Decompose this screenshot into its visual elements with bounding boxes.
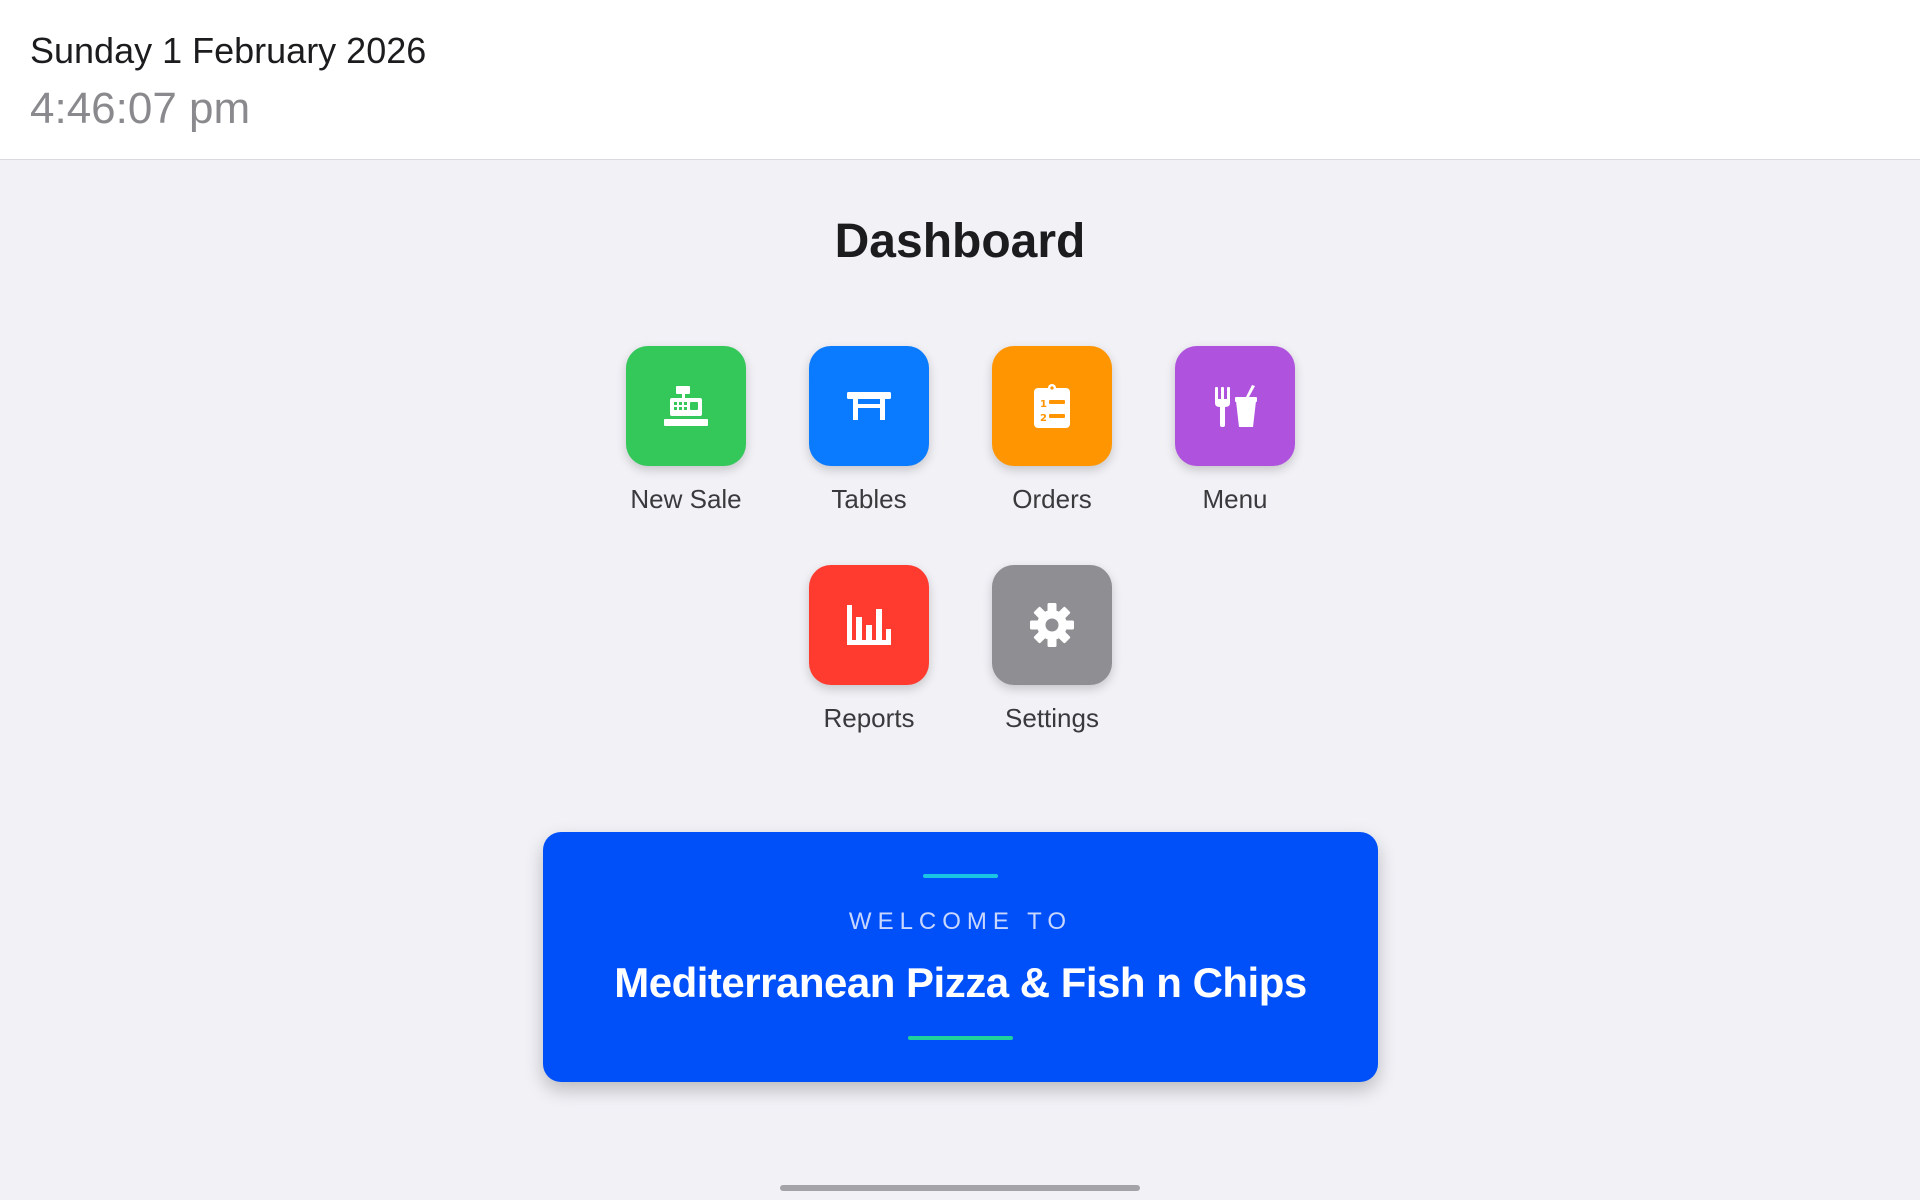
current-time: 4:46:07 pm bbox=[30, 84, 251, 133]
clipboard-list-icon: 1 2 bbox=[1034, 384, 1070, 428]
tile-label: Menu bbox=[1202, 484, 1268, 514]
reports-button[interactable] bbox=[809, 565, 929, 685]
tile-label: New Sale bbox=[630, 484, 742, 514]
tile-new-sale[interactable]: New Sale bbox=[606, 346, 766, 515]
table-icon bbox=[847, 392, 891, 420]
welcome-banner: WELCOME TO Mediterranean Pizza & Fish n … bbox=[543, 832, 1378, 1082]
accent-divider-bottom bbox=[908, 1036, 1013, 1040]
current-date: Sunday 1 February 2026 bbox=[30, 30, 427, 71]
settings-button[interactable] bbox=[992, 565, 1112, 685]
menu-button[interactable] bbox=[1175, 346, 1295, 466]
gear-icon bbox=[1030, 603, 1074, 647]
header-bar: Sunday 1 February 2026 4:46:07 pm bbox=[0, 0, 1920, 160]
tables-button[interactable] bbox=[809, 346, 929, 466]
business-name: Mediterranean Pizza & Fish n Chips bbox=[614, 959, 1307, 1006]
tile-orders[interactable]: 1 2 Orders bbox=[972, 346, 1132, 515]
cash-register-icon bbox=[664, 386, 708, 426]
tile-label: Settings bbox=[1005, 703, 1099, 733]
bar-chart-icon bbox=[847, 605, 891, 645]
tile-tables[interactable]: Tables bbox=[789, 346, 949, 515]
page-title: Dashboard bbox=[834, 215, 1086, 268]
tile-settings[interactable]: Settings bbox=[972, 565, 1132, 734]
home-indicator[interactable] bbox=[780, 1185, 1140, 1191]
svg-text:2: 2 bbox=[1040, 413, 1047, 424]
welcome-subtitle: WELCOME TO bbox=[848, 908, 1073, 935]
tile-menu[interactable]: Menu bbox=[1155, 346, 1315, 515]
tile-label: Orders bbox=[1012, 484, 1092, 514]
accent-divider-top bbox=[923, 874, 998, 878]
tile-reports[interactable]: Reports bbox=[789, 565, 949, 734]
orders-button[interactable]: 1 2 bbox=[992, 346, 1112, 466]
svg-text:1: 1 bbox=[1040, 399, 1047, 410]
tile-label: Tables bbox=[831, 484, 907, 514]
tile-label: Reports bbox=[823, 703, 915, 733]
new-sale-button[interactable] bbox=[626, 346, 746, 466]
utensils-drink-icon bbox=[1215, 385, 1257, 427]
